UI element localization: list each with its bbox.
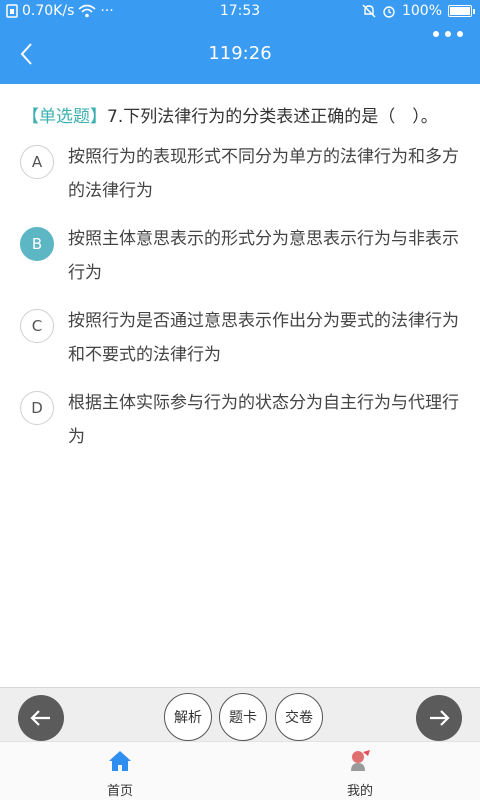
- dot-icon: [445, 31, 451, 37]
- question-type-tag: 【单选题】: [22, 107, 107, 127]
- option-d-letter[interactable]: D: [20, 391, 54, 425]
- user-icon: [351, 750, 370, 771]
- option-c-text: 按照行为是否通过意思表示作出分为要式的法律行为和不要式的法律行为: [68, 311, 459, 365]
- more-menu-button[interactable]: [428, 24, 468, 44]
- bottom-tab-bar: 首页 我的: [0, 741, 480, 800]
- option-b-text: 按照主体意思表示的形式分为意思表示行为与非表示行为: [68, 229, 459, 283]
- question-stem: 【单选题】7.下列法律行为的分类表述正确的是（ ）。: [22, 104, 464, 130]
- arrow-right-icon: [430, 710, 450, 726]
- option-a-letter[interactable]: A: [20, 145, 54, 179]
- status-right: 100%: [362, 3, 475, 19]
- tab-mine[interactable]: 我的: [330, 750, 390, 799]
- arrow-left-icon: [30, 710, 50, 726]
- alarm-icon: [383, 6, 395, 18]
- previous-question-button[interactable]: [18, 695, 64, 741]
- next-question-button[interactable]: [416, 695, 462, 741]
- option-d-text: 根据主体实际参与行为的状态分为自主行为与代理行为: [68, 393, 459, 447]
- tab-mine-label: 我的: [346, 784, 373, 799]
- submit-exam-button[interactable]: 交卷: [275, 693, 323, 741]
- analysis-button[interactable]: 解析: [164, 693, 212, 741]
- exam-toolbar: 解析 题卡 交卷: [0, 687, 480, 741]
- dot-icon: [457, 31, 463, 37]
- option-a-text: 按照行为的表现形式不同分为单方的法律行为和多方的法律行为: [68, 147, 459, 201]
- battery-icon: [448, 5, 475, 17]
- option-c-letter[interactable]: C: [20, 309, 54, 343]
- mute-bell-icon: [362, 4, 376, 18]
- nav-bar: 119:26: [0, 24, 480, 84]
- tab-home[interactable]: 首页: [90, 750, 150, 799]
- status-bar: 0.70K/s ··· 17:53 100%: [0, 0, 480, 24]
- tab-home-label: 首页: [106, 784, 133, 799]
- dot-icon: [433, 31, 439, 37]
- battery-percent: 100%: [401, 3, 442, 19]
- exam-timer: 119:26: [208, 43, 272, 64]
- option-b-letter[interactable]: B: [20, 227, 54, 261]
- question-text: 7.下列法律行为的分类表述正确的是（ ）。: [107, 107, 438, 127]
- home-icon: [109, 751, 131, 771]
- answer-card-button[interactable]: 题卡: [219, 693, 267, 741]
